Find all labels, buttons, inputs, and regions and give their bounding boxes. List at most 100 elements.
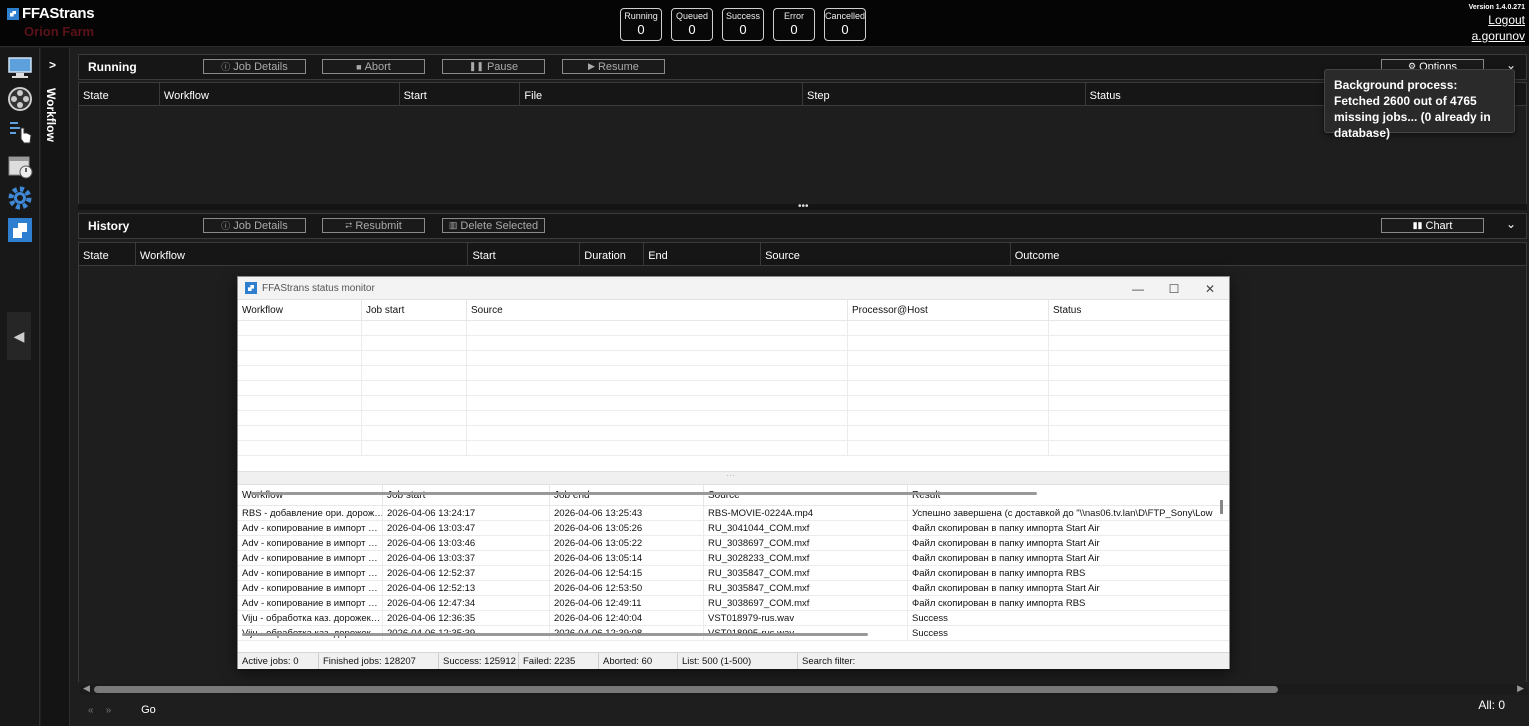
scheduler-icon[interactable] [6,152,33,179]
window-titlebar[interactable]: FFAStrans status monitor — ☐ ✕ [238,277,1229,300]
column-header[interactable]: End [644,243,762,265]
column-header[interactable]: Step [803,83,1086,105]
active-jobs-grid [238,321,1229,495]
column-header[interactable]: File [520,83,804,105]
pause-icon: ❚❚ [468,61,484,71]
grid-splitter[interactable]: ⋯ [238,470,1229,485]
column-header[interactable]: Workflow [136,243,469,265]
logout-link[interactable]: Logout [1469,13,1525,27]
resubmit-button[interactable]: ⮂ Resubmit [322,218,425,233]
table-row[interactable]: Adv - копирование в импорт … 2026-04-06 1… [238,596,1229,611]
success-count: Success: 125912 [439,653,519,669]
failed-count: Failed: 2235 [519,653,599,669]
scroll-left-icon[interactable]: ◀ [83,683,90,694]
gear-icon[interactable] [6,184,33,211]
ffastrans-logo-icon [7,7,19,20]
counter-queued[interactable]: Queued 0 [671,8,713,41]
prev-page-icon[interactable]: « [88,705,94,716]
column-header[interactable]: Duration [580,243,645,265]
column-header[interactable]: Source [467,300,848,320]
minimize-icon[interactable]: — [1123,280,1153,297]
table-row[interactable]: Adv - копирование в импорт … 2026-04-06 1… [238,566,1229,581]
table-row[interactable]: RBS - добавление ори. дорож… 2026-04-06 1… [238,506,1229,521]
history-job-details-button[interactable]: ⓘ Job Details [203,218,306,233]
finished-jobs-count: Finished jobs: 128207 [319,653,439,669]
column-header[interactable]: Job start [383,485,550,505]
resume-button[interactable]: ▶ Resume [562,59,665,74]
history-title: History [88,219,130,233]
column-header[interactable]: Result [908,485,1218,505]
active-grid-hscroll[interactable] [251,492,1037,495]
counter-cancelled[interactable]: Cancelled 0 [824,8,866,41]
workflow-panel-toggle[interactable]: > Workflow [41,48,70,726]
drag-handle-icon[interactable]: ••• [798,201,809,212]
close-icon[interactable]: ✕ [1195,280,1225,297]
delete-selected-button[interactable]: ▥ Delete Selected [442,218,545,233]
active-jobs-header: Workflow Job start Source Processor@Host… [238,300,1229,321]
drag-handle-icon[interactable]: ⋯ [726,470,735,481]
background-process-tooltip: Background process: Fetched 2600 out of … [1324,69,1515,140]
table-row[interactable]: Adv - копирование в импорт … 2026-04-06 1… [238,581,1229,596]
monitor-icon[interactable] [6,53,33,80]
running-job-details-button[interactable]: ⓘ Job Details [203,59,306,74]
maximize-icon[interactable]: ☐ [1159,280,1189,297]
column-header[interactable]: Workflow [160,83,400,105]
film-reel-icon[interactable] [6,85,33,112]
ffastrans-logo-icon [245,282,257,294]
scrollbar-thumb[interactable] [94,686,1278,693]
left-icon-bar: ◀ [0,48,40,726]
scroll-right-icon[interactable]: ▶ [1517,683,1524,694]
counter-value: 0 [739,22,747,37]
column-header[interactable]: Source [704,485,908,505]
counter-success[interactable]: Success 0 [722,8,764,41]
running-panel-header: Running ⓘ Job Details ■ Abort ❚❚ Pause ▶ Res… [78,54,1527,80]
pause-button[interactable]: ❚❚ Pause [442,59,545,74]
resubmit-icon: ⮂ [345,220,353,230]
table-row[interactable]: Viju - обработка каз. дорожек…2026-04-06… [238,611,1229,626]
abort-button[interactable]: ■ Abort [322,59,425,74]
go-button[interactable]: Go [141,704,156,716]
column-header[interactable]: Job start [362,300,467,320]
chevron-right-icon[interactable]: > [49,58,56,72]
chart-button[interactable]: ▮▮ Chart [1381,218,1484,233]
column-header[interactable]: Outcome [1011,243,1526,265]
info-icon: ⓘ [221,221,231,231]
status-monitor-window: FFAStrans status monitor — ☐ ✕ Workflow … [237,276,1230,669]
history-table-header: State Workflow Start Duration End Source… [78,242,1527,266]
column-header[interactable]: Start [468,243,581,265]
column-header[interactable]: State [79,83,160,105]
search-filter[interactable]: Search filter: [798,653,1226,669]
table-row[interactable]: Adv - копирование в импорт … 2026-04-06 1… [238,551,1229,566]
table-row[interactable]: Adv - копирование в импорт … 2026-04-06 1… [238,536,1229,551]
column-header[interactable]: Workflow [238,485,383,505]
column-header[interactable]: Job end [550,485,704,505]
counter-error[interactable]: Error 0 [773,8,815,41]
collapse-sidebar-button[interactable]: ◀ [7,312,31,360]
history-panel-header: History ⓘ Job Details ⮂ Resubmit ▥ Delete S… [78,213,1527,239]
next-page-icon[interactable]: » [106,705,112,716]
finished-grid-vscroll[interactable] [1220,500,1223,514]
finished-grid-hscroll[interactable] [242,633,868,636]
counter-value: 0 [637,22,645,37]
all-count: All: 0 [1478,698,1505,712]
pager: « » Go [88,704,156,716]
chevron-down-icon[interactable]: ⌄ [1506,217,1516,231]
column-header[interactable]: Processor@Host [848,300,1049,320]
aborted-count: Aborted: 60 [599,653,678,669]
play-icon: ▶ [588,61,595,71]
ffastrans-logo-icon[interactable] [6,216,33,243]
counter-running[interactable]: Running 0 [620,8,662,41]
column-header[interactable]: State [79,243,136,265]
counter-value: 0 [841,22,849,37]
pointer-hand-icon[interactable] [6,118,33,145]
column-header[interactable]: Status [1049,300,1229,320]
bar-chart-icon: ▮▮ [1412,220,1423,230]
app-name: FFAStrans [22,5,95,22]
column-header[interactable]: Start [400,83,521,105]
horizontal-scrollbar[interactable]: ◀ ▶ [80,683,1527,695]
column-header[interactable]: Workflow [238,300,362,320]
panel-splitter[interactable]: ••• [78,201,1527,212]
column-header[interactable]: Source [761,243,1011,265]
user-link[interactable]: a.gorunov [1469,29,1525,43]
table-row[interactable]: Adv - копирование в импорт … 2026-04-06 1… [238,521,1229,536]
